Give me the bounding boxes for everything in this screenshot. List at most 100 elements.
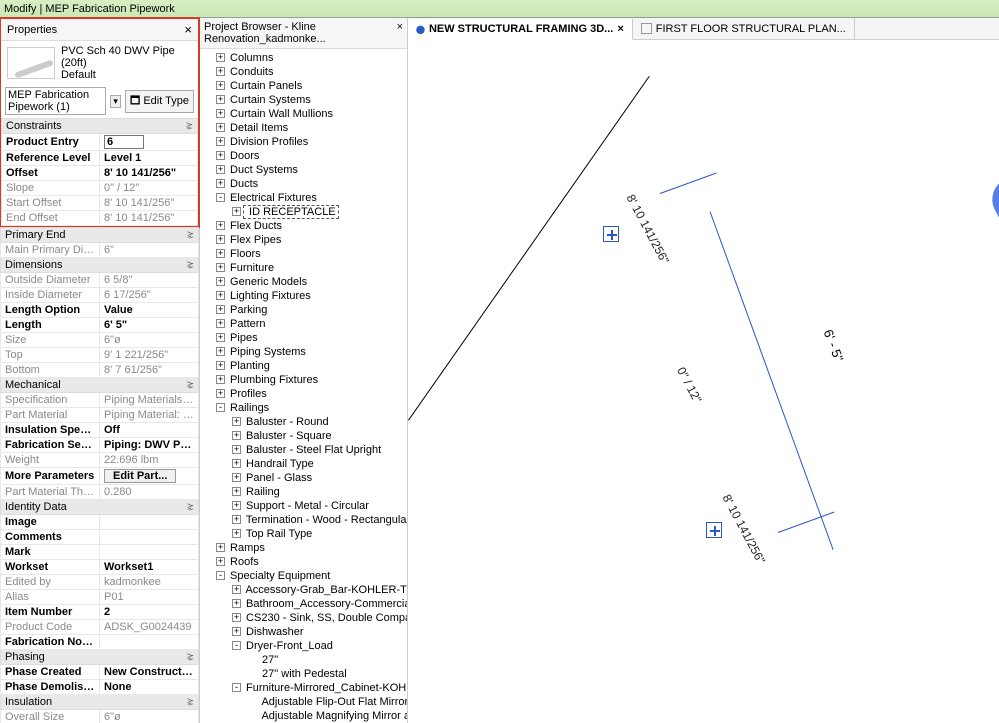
expand-icon[interactable]: + [216, 305, 225, 314]
prop-value[interactable]: Piping Material: PVC [100, 408, 199, 423]
tree-node[interactable]: + Pattern [212, 317, 407, 331]
prop-value[interactable]: 0.280 [100, 485, 199, 500]
tree-node[interactable]: + Support - Metal - Circular [228, 499, 407, 513]
tree-node[interactable]: + Roofs [212, 555, 407, 569]
prop-value[interactable]: 6"ø [100, 333, 199, 348]
prop-value[interactable]: 8' 10 141/256" [100, 166, 198, 181]
tree-node[interactable]: Adjustable Flip-Out Flat Mirror-N [244, 695, 407, 709]
prop-value[interactable]: 6 17/256" [100, 288, 199, 303]
tree-node[interactable]: 27" [244, 653, 407, 667]
tree-node[interactable]: + Panel - Glass [228, 471, 407, 485]
tree-node[interactable]: + Conduits [212, 65, 407, 79]
canvas[interactable]: 8' 10 141/256" 8' 10 141/256" 0" / 12" 6… [408, 40, 999, 723]
chevron-down-icon[interactable]: ▾ [110, 95, 121, 108]
expand-icon[interactable]: + [216, 109, 225, 118]
expand-icon[interactable]: + [216, 151, 225, 160]
tree-node[interactable]: + Plumbing Fixtures [212, 373, 407, 387]
expand-icon[interactable]: + [232, 487, 241, 496]
collapse-icon[interactable]: - [232, 683, 241, 692]
tree-node[interactable]: + Top Rail Type [228, 527, 407, 541]
tree-node[interactable]: + Baluster - Round [228, 415, 407, 429]
prop-value[interactable]: 22.696 lbm [100, 453, 199, 468]
dim-end[interactable]: 8' 10 141/256" [720, 492, 768, 566]
prop-value[interactable] [100, 635, 199, 650]
tree-node[interactable]: + Pipes [212, 331, 407, 345]
expand-icon[interactable]: + [216, 361, 225, 370]
expand-icon[interactable]: + [216, 137, 225, 146]
tree-node[interactable]: + Accessory-Grab_Bar-KOHLER-Traditi [228, 583, 407, 597]
tree-node[interactable]: + Curtain Systems [212, 93, 407, 107]
tree-node[interactable]: + Dishwasher [228, 625, 407, 639]
section-insulation[interactable]: Insulation⋩ [1, 695, 199, 710]
prop-value[interactable]: 6" [100, 243, 199, 258]
tab-active[interactable]: ⬤ NEW STRUCTURAL FRAMING 3D... × [408, 19, 633, 40]
expand-icon[interactable]: + [216, 543, 225, 552]
tree-node[interactable]: + Railing [228, 485, 407, 499]
expand-icon[interactable]: + [216, 235, 225, 244]
prop-value[interactable]: Off [100, 423, 199, 438]
tree-node[interactable]: - Specialty Equipment [212, 569, 407, 583]
expand-icon[interactable]: + [216, 347, 225, 356]
tree-node[interactable]: + Furniture [212, 261, 407, 275]
prop-value[interactable]: 2 [100, 605, 199, 620]
tree-node[interactable]: + Flex Pipes [212, 233, 407, 247]
tree-node[interactable]: + Ducts [212, 177, 407, 191]
expand-icon[interactable]: + [232, 599, 241, 608]
prop-value[interactable]: Piping: DWV PVC 40 [100, 438, 199, 453]
close-icon[interactable]: × [617, 23, 623, 35]
expand-icon[interactable]: + [216, 319, 225, 328]
handle-end[interactable] [706, 522, 722, 538]
tree-node[interactable]: + Profiles [212, 387, 407, 401]
tree-node[interactable]: + Termination - Wood - Rectangular [228, 513, 407, 527]
tree[interactable]: + Columns+ Conduits+ Curtain Panels+ Cur… [200, 49, 407, 723]
prop-value[interactable]: None [100, 680, 199, 695]
expand-icon[interactable]: + [232, 207, 241, 216]
tree-node[interactable]: + Baluster - Steel Flat Upright [228, 443, 407, 457]
tree-node[interactable]: Adjustable Magnifying Mirror an [244, 709, 407, 723]
collapse-icon[interactable]: - [216, 571, 225, 580]
prop-value[interactable]: kadmonkee [100, 575, 199, 590]
tree-node[interactable]: + Bathroom_Accessory-Commercial-M [228, 597, 407, 611]
prop-value[interactable]: 6 [100, 134, 198, 151]
prop-value[interactable]: Piping Materials: Piping [100, 393, 199, 408]
expand-icon[interactable]: + [232, 445, 241, 454]
prop-value[interactable]: Edit Part... [100, 468, 199, 485]
expand-icon[interactable]: + [216, 95, 225, 104]
collapse-icon[interactable]: - [216, 403, 225, 412]
prop-value[interactable] [100, 515, 199, 530]
section-dimensions[interactable]: Dimensions⋩ [1, 258, 199, 273]
tree-node[interactable]: + CS230 - Sink, SS, Double Compartme [228, 611, 407, 625]
expand-icon[interactable]: + [216, 263, 225, 272]
prop-value[interactable]: ADSK_G0024439 [100, 620, 199, 635]
expand-icon[interactable]: + [232, 459, 241, 468]
expand-icon[interactable]: + [216, 179, 225, 188]
collapse-icon[interactable]: - [232, 641, 241, 650]
tree-node[interactable]: + Duct Systems [212, 163, 407, 177]
prop-value[interactable]: Level 1 [100, 151, 198, 166]
section-constraints[interactable]: Constraints⋩ [2, 119, 198, 134]
dim-start[interactable]: 8' 10 141/256" [624, 192, 672, 266]
prop-value[interactable]: 6' 5" [100, 318, 199, 333]
instance-selector[interactable]: MEP Fabrication Pipework (1) [5, 87, 106, 115]
tree-node[interactable]: + Curtain Wall Mullions [212, 107, 407, 121]
prop-value[interactable]: Value [100, 303, 199, 318]
tree-node[interactable]: - Railings [212, 401, 407, 415]
collapse-icon[interactable]: - [216, 193, 225, 202]
prop-value[interactable]: 8' 10 141/256" [100, 211, 198, 226]
expand-icon[interactable]: + [216, 165, 225, 174]
expand-icon[interactable]: + [216, 249, 225, 258]
expand-icon[interactable]: + [232, 627, 241, 636]
expand-icon[interactable]: + [216, 123, 225, 132]
section-identity[interactable]: Identity Data⋩ [1, 500, 199, 515]
tree-node[interactable]: + Handrail Type [228, 457, 407, 471]
expand-icon[interactable]: + [232, 501, 241, 510]
edit-part-button[interactable]: Edit Part... [104, 469, 176, 483]
expand-icon[interactable]: + [232, 613, 241, 622]
prop-value[interactable] [100, 545, 199, 560]
expand-icon[interactable]: + [216, 53, 225, 62]
expand-icon[interactable]: + [216, 67, 225, 76]
prop-value[interactable]: 0" / 12" [100, 181, 198, 196]
tree-node[interactable]: + Columns [212, 51, 407, 65]
type-selector[interactable]: PVC Sch 40 DWV Pipe (20ft) Default [1, 41, 198, 85]
handle-start[interactable] [603, 226, 619, 242]
